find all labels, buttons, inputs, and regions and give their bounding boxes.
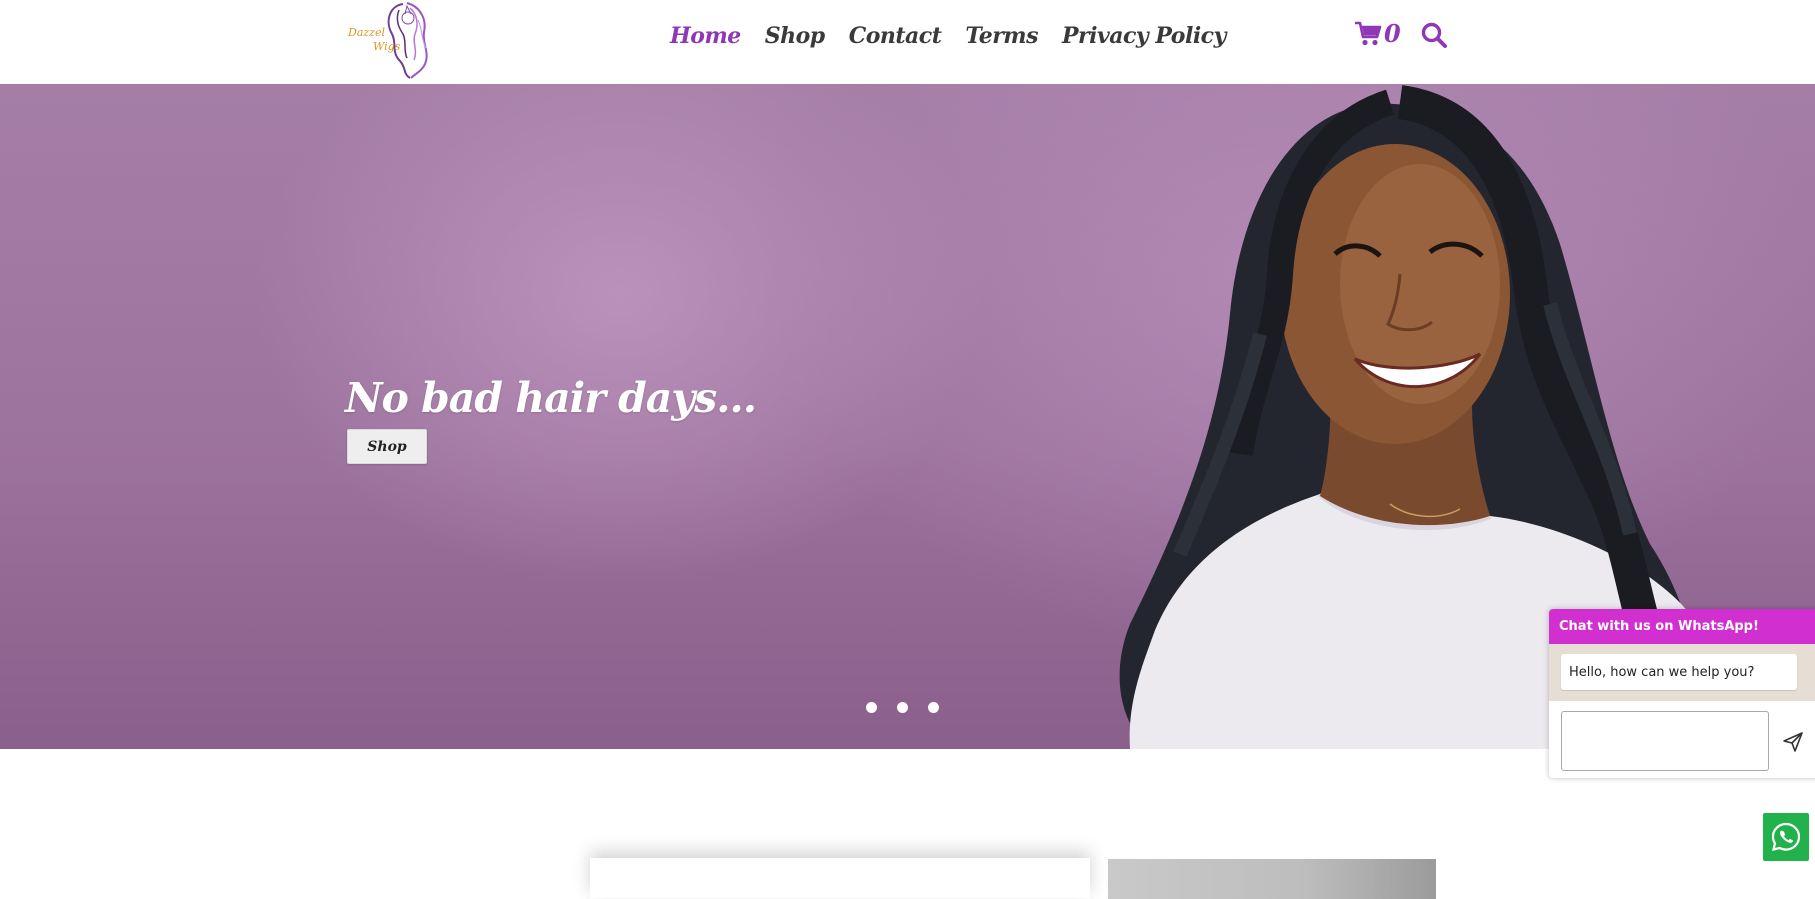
- main-nav: Home Shop Contact Terms Privacy Policy: [670, 18, 1226, 54]
- nav-item-home[interactable]: Home: [670, 23, 741, 49]
- nav-item-privacy-policy[interactable]: Privacy Policy: [1062, 23, 1226, 49]
- cart-button[interactable]: 0: [1354, 19, 1401, 48]
- send-button[interactable]: [1782, 731, 1804, 753]
- brand-logo[interactable]: Dazzel Wigs: [345, 0, 437, 80]
- chat-title: Chat with us on WhatsApp!: [1559, 619, 1759, 634]
- search-icon: [1421, 22, 1447, 48]
- nav-item-terms[interactable]: Terms: [965, 23, 1038, 49]
- send-icon: [1783, 732, 1803, 752]
- hero-slider: No bad hair days... Shop: [0, 84, 1815, 749]
- nav-item-contact[interactable]: Contact: [849, 23, 942, 49]
- slider-dots: [866, 702, 939, 713]
- chat-header: Chat with us on WhatsApp! ✕: [1549, 609, 1815, 644]
- whatsapp-chat-widget: Chat with us on WhatsApp! ✕ Hello, how c…: [1549, 609, 1815, 778]
- featured-image: [1108, 859, 1436, 899]
- logo-text-line1: Dazzel: [348, 26, 385, 39]
- slider-dot-3[interactable]: [928, 702, 939, 713]
- featured-card: [590, 858, 1090, 898]
- slider-dot-1[interactable]: [866, 702, 877, 713]
- whatsapp-icon: [1771, 822, 1801, 851]
- hero-headline: No bad hair days...: [345, 374, 757, 422]
- chat-body: Hello, how can we help you?: [1549, 644, 1815, 701]
- hero-shop-button[interactable]: Shop: [347, 429, 427, 464]
- cart-icon: [1355, 21, 1382, 45]
- nav-item-shop[interactable]: Shop: [765, 23, 825, 49]
- search-button[interactable]: [1420, 21, 1448, 49]
- whatsapp-button[interactable]: [1763, 813, 1809, 861]
- cart-count: 0: [1384, 19, 1401, 48]
- chat-footer: [1549, 701, 1815, 778]
- chat-message-input[interactable]: [1561, 711, 1769, 771]
- site-header: Dazzel Wigs Home Shop Contact Terms Priv…: [0, 0, 1815, 84]
- logo-text-line2: Wigs: [373, 40, 401, 53]
- chat-greeting: Hello, how can we help you?: [1561, 654, 1797, 690]
- slider-dot-2[interactable]: [897, 702, 908, 713]
